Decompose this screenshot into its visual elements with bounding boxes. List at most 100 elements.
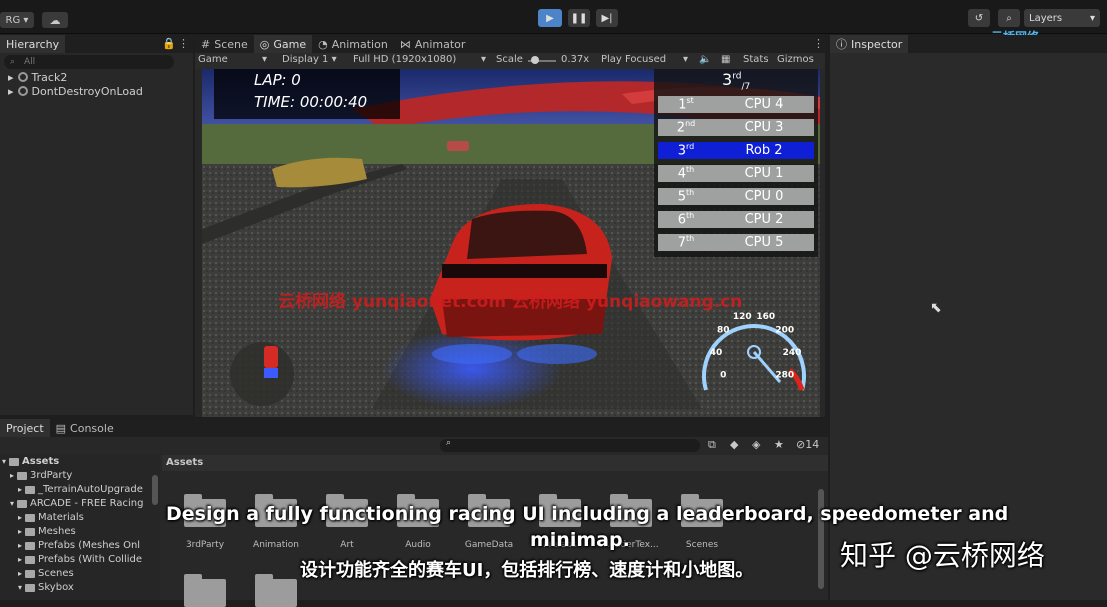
project-tree-item[interactable]: ▸ Scenes [18,568,74,579]
tab-hierarchy[interactable]: Hierarchy [0,35,66,53]
tab-animation[interactable]: ◔ Animation [312,35,394,53]
label-icon[interactable]: ◈ [752,438,760,451]
hidden-count[interactable]: ⊘14 [796,438,819,451]
star-icon[interactable]: ★ [774,438,784,451]
project-tree-item[interactable]: ▾ Skybox [18,582,74,593]
resolution-dropdown[interactable]: Full HD (1920x1080) ▾ [353,54,488,65]
project-tree-item[interactable]: ▾ Assets [2,456,59,467]
rank-number: 7 [677,235,687,251]
stats-grid-icon: ▦ [721,54,731,65]
project-tree-item[interactable]: ▸ Materials [18,512,84,523]
folder-icon[interactable] [184,574,226,607]
leaderboard-row: 5th CPU 0 [658,188,814,205]
folder-icon [25,583,36,592]
asset-folder-label[interactable]: Scenes [667,540,737,550]
tab-animator[interactable]: ⋈ Animator [394,35,472,53]
project-tree-item[interactable]: ▸ Prefabs (Meshes Onl [18,540,140,551]
cloud-icon[interactable]: ☁ [42,12,68,28]
speaker-icon[interactable]: 🔈 [699,54,711,65]
search-icon: ⌕ [10,57,16,67]
account-dropdown[interactable]: RG ▾ [0,12,34,28]
create-icon[interactable]: ⧉ [708,438,716,452]
folder-icon [25,569,36,578]
history-icon[interactable]: ↺ [968,9,990,27]
play-button[interactable]: ▶ [538,9,562,27]
subtitle-en-line1: Design a fully functioning racing UI inc… [166,503,1009,525]
folder-icon [25,513,36,522]
position-suffix: rd [732,71,742,82]
asset-folder-label[interactable]: Art [312,540,382,550]
player-position: 3rd/7 [722,70,750,92]
kebab-menu-icon[interactable]: ⋮ [178,37,189,50]
hierarchy-title: Hierarchy [6,37,60,51]
unity-scene-icon [17,72,28,82]
tab-label: Scene [214,37,248,51]
hierarchy-item-track2[interactable]: ▸ Track2 [8,70,67,84]
project-tree-item[interactable]: ▸ 3rdParty [10,470,72,481]
asset-folder-label[interactable]: GameData [454,540,524,550]
resolution-label: Full HD (1920x1080) [353,54,457,65]
project-search-input[interactable]: ⌕ [440,438,700,452]
asset-folder-label[interactable]: 3rdParty [170,540,240,550]
hierarchy-item-dontdestroy[interactable]: ▸ DontDestroyOnLoad [8,84,143,98]
asset-folder-label[interactable]: Audio [383,540,453,550]
project-tree-item[interactable]: ▸ _TerrainAutoUpgrade [18,484,143,495]
search-icon[interactable]: ⌕ [998,9,1020,27]
project-tree-item[interactable]: ▾ ARCADE - FREE Racing [10,498,143,509]
chevron-right-icon[interactable]: ▸ [18,513,22,522]
mouse-cursor-icon: ⬉ [930,300,942,316]
leaderboard-row: 6th CPU 2 [658,211,814,228]
tab-console[interactable]: ▤ Console [50,419,120,437]
scale-label: Scale [496,54,523,65]
chevron-right-icon[interactable]: ▾ [18,583,22,592]
pause-button[interactable]: ❚❚ [568,9,590,27]
tree-scrollbar[interactable] [152,475,158,505]
breadcrumb-assets[interactable]: Assets [166,457,203,468]
tab-inspector[interactable]: ⓘ Inspector [830,35,909,53]
filter-type-icon[interactable]: ◆ [730,438,738,451]
racer-name: CPU 4 [744,97,784,112]
kebab-menu-icon[interactable]: ⋮ [813,37,824,50]
tab-scene[interactable]: # Scene [195,35,254,53]
layers-dropdown[interactable]: Layers ▾ [1024,9,1100,27]
lock-icon[interactable]: 🔒 [162,37,176,50]
step-button[interactable]: ▶| [596,9,618,27]
folder-icon[interactable] [255,574,297,607]
position-total: /7 [741,82,751,93]
rank: 4th [658,165,714,181]
hierarchy-tabbar: Hierarchy 🔒 ⋮ [0,35,193,53]
chevron-down-icon[interactable]: ▾ [2,457,6,466]
leaderboard-row: 1st CPU 4 [658,96,814,113]
rank: 7th [658,234,714,250]
project-tabbar: Project ▤ Console [0,419,828,437]
chevron-right-icon[interactable]: ▸ [18,541,22,550]
chevron-down-icon: ▾ [1089,12,1095,24]
play-mode-dropdown[interactable]: Play Focused ▾ [601,54,691,65]
chevron-right-icon[interactable]: ▸ [18,555,22,564]
lap-time-panel: LAP: 0 TIME: 00:00:40 [214,69,400,119]
rank-suffix: th [686,165,695,175]
chevron-right-icon[interactable]: ▾ [10,499,14,508]
project-tree-item[interactable]: ▸ Prefabs (With Collide [18,554,142,565]
scale-slider-handle[interactable] [531,56,539,64]
racer-name: CPU 2 [744,212,784,227]
stats-button[interactable]: Stats [743,54,769,65]
display-dropdown[interactable]: Display 1 ▾ [282,54,337,65]
chevron-right-icon[interactable]: ▸ [18,527,22,536]
tab-game[interactable]: ◎ Game [253,35,313,53]
chevron-right-icon[interactable]: ▸ [18,485,22,494]
tree-item-label: Skybox [38,582,74,593]
unity-scene-icon [17,86,28,96]
rank-suffix: rd [686,142,695,152]
chevron-right-icon[interactable]: ▸ [18,569,22,578]
folder-icon [9,457,20,466]
hierarchy-search-input[interactable]: ⌕ All [4,55,174,69]
hierarchy-item-label: Track2 [31,70,68,84]
speedometer-tick-label: 80 [717,326,730,336]
gizmos-button[interactable]: Gizmos [777,54,814,65]
game-mode-dropdown[interactable]: Game ▾ [198,54,272,65]
chevron-right-icon[interactable]: ▸ [10,471,14,480]
asset-folder-label[interactable]: Animation [241,540,311,550]
project-tree-item[interactable]: ▸ Meshes [18,526,76,537]
tab-project[interactable]: Project [0,419,50,437]
